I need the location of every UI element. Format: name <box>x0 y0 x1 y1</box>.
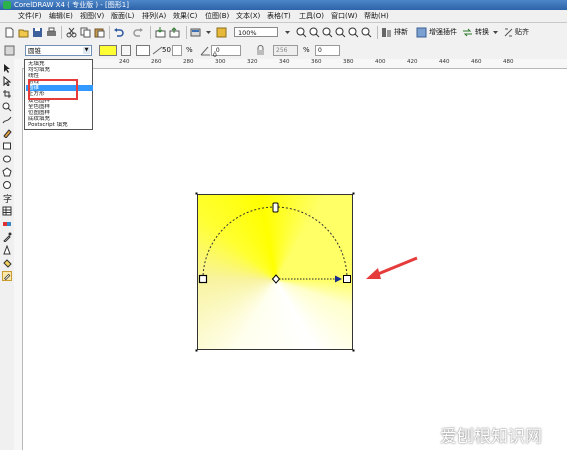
annotation-arrow-icon <box>366 268 381 279</box>
selection-node <box>352 192 355 195</box>
fill-midpoint-slider[interactable] <box>272 202 279 213</box>
selection-node <box>195 192 198 195</box>
selection-node <box>352 349 355 352</box>
site-watermark: 爱刨根知识网 <box>440 427 542 447</box>
fill-angle-arc <box>202 206 348 280</box>
selection-node <box>195 349 198 352</box>
fill-center-handle[interactable] <box>271 274 281 284</box>
fill-end-handle[interactable] <box>343 275 351 283</box>
fill-vector-overlay <box>195 192 418 352</box>
annotation-arrow-line <box>372 256 418 278</box>
fill-start-handle[interactable] <box>198 274 208 284</box>
arrowhead-icon <box>335 275 342 283</box>
